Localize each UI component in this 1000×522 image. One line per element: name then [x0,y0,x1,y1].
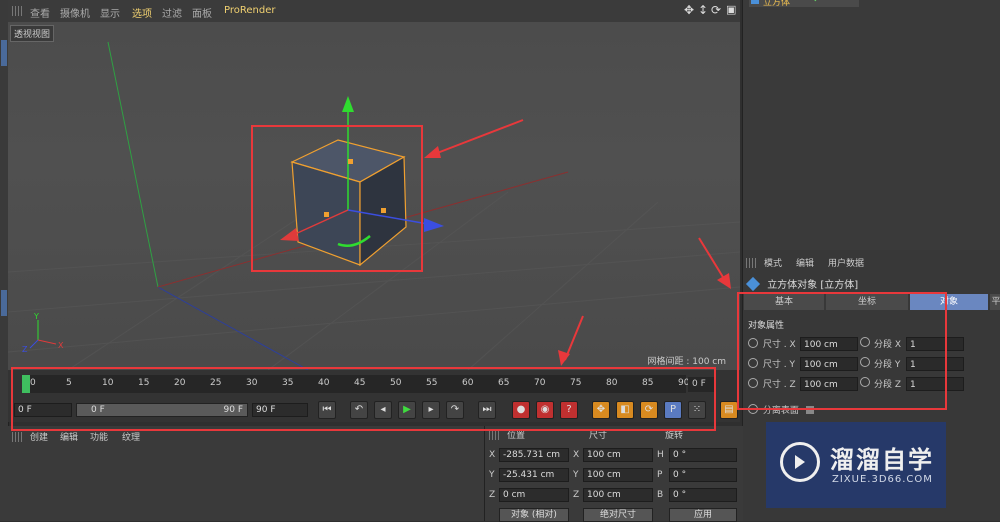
annotation-arrows [424,119,731,366]
